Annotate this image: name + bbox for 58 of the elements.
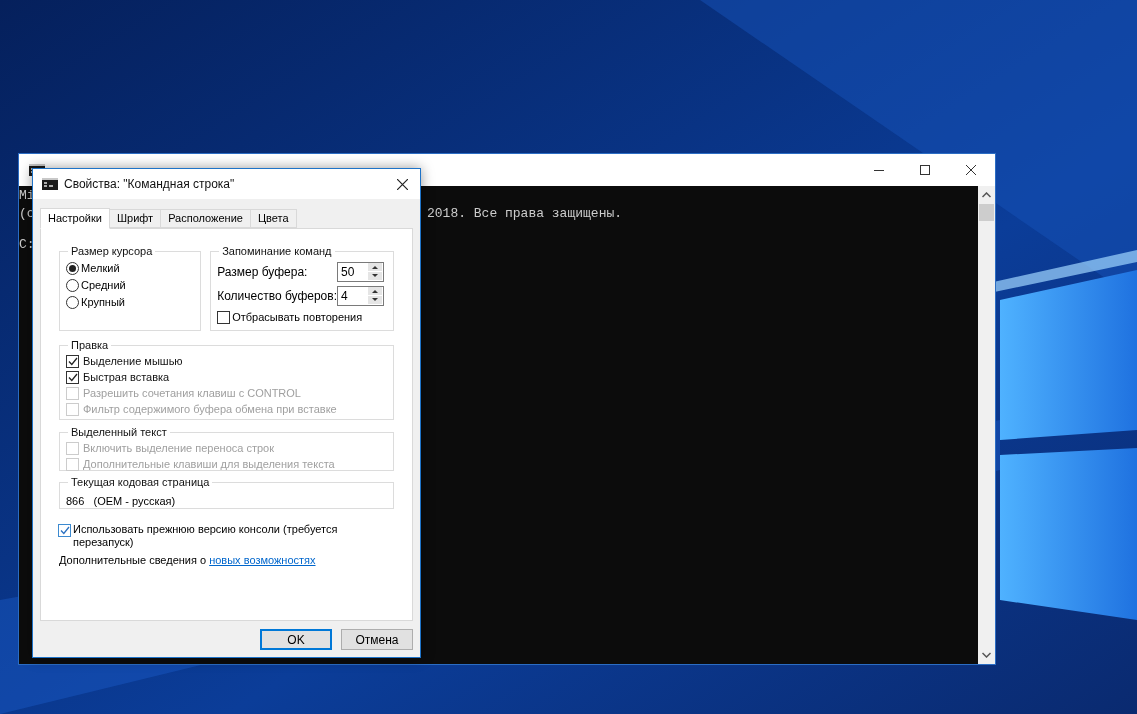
tab[interactable]: Расположение [160,209,251,228]
checkbox[interactable] [66,371,79,384]
checkbox-label: Разрешить сочетания клавиш с CONTROL [83,386,301,402]
checkbox[interactable] [66,355,79,368]
console-line: C: [19,237,35,252]
info-text: Дополнительные сведения о новых возможностях [59,553,317,568]
checkbox-label: Фильтр содержимого буфера обмена при вставке [83,402,337,418]
spin-up-icon[interactable] [368,263,382,271]
field-label: Размер буфера: [217,263,308,281]
radio-button[interactable] [66,261,79,275]
dialog-title: Свойства: "Командная строка" [64,176,235,193]
tab[interactable]: Цвета [249,209,297,228]
checkbox[interactable] [58,524,71,537]
scroll-thumb[interactable] [979,204,994,221]
radio-label: Средний [81,277,126,293]
group-title: Размер курсора [70,244,154,259]
spin-field[interactable]: 50 [337,261,384,282]
field-label: Количество буферов: [217,287,337,305]
field-value: 4 [340,287,349,305]
group-title: Запоминание команд [221,244,333,259]
tab[interactable]: Настройки [40,208,110,229]
codepage-value: 866 (OEM - русская) [66,493,177,509]
checkbox-label: Включить выделение переноса строк [83,441,274,457]
field-value: 50 [340,263,356,281]
radio-button[interactable] [66,278,79,292]
console-line: 2018. Все права защищены. [427,205,623,223]
spin-up-icon[interactable] [368,287,382,295]
spin-down-icon[interactable] [368,296,382,304]
radio-button[interactable] [66,295,79,309]
spin-down-icon[interactable] [368,272,382,280]
scrollbar[interactable] [978,186,995,664]
maximize-icon [920,165,930,175]
close-icon [966,165,976,175]
dialog-icon [42,178,58,190]
checkbox-label: Выделение мышью [83,354,183,370]
group-title: Выделенный текст [70,425,168,440]
checkmark-icon [59,526,70,535]
checkbox-label: Дополнительные клавиши для выделения текста [83,457,335,473]
checkbox-label: Использовать прежнюю версию консоли (требуется перезапуск) [73,523,339,549]
console-line: Mi [19,188,35,203]
group-title: Правка [70,338,110,353]
tab[interactable]: Шрифт [108,209,162,228]
features-link[interactable]: новых возможностях [209,554,316,566]
close-icon [396,178,408,190]
scroll-down-icon[interactable] [982,652,991,658]
checkmark-icon [67,373,78,382]
spin-field[interactable]: 4 [337,285,384,306]
minimize-icon [874,169,884,171]
group-title: Текущая кодовая страница [70,475,211,490]
checkbox[interactable] [217,311,231,324]
checkbox-label: Отбрасывать повторения [232,310,363,326]
checkbox-label: Быстрая вставка [83,370,170,386]
scroll-up-icon[interactable] [982,192,991,198]
dialog-button[interactable]: OK [260,629,332,650]
radio-label: Мелкий [81,260,120,276]
radio-label: Крупный [81,294,125,310]
checkmark-icon [67,357,78,366]
dialog-button[interactable]: Отмена [341,629,413,650]
